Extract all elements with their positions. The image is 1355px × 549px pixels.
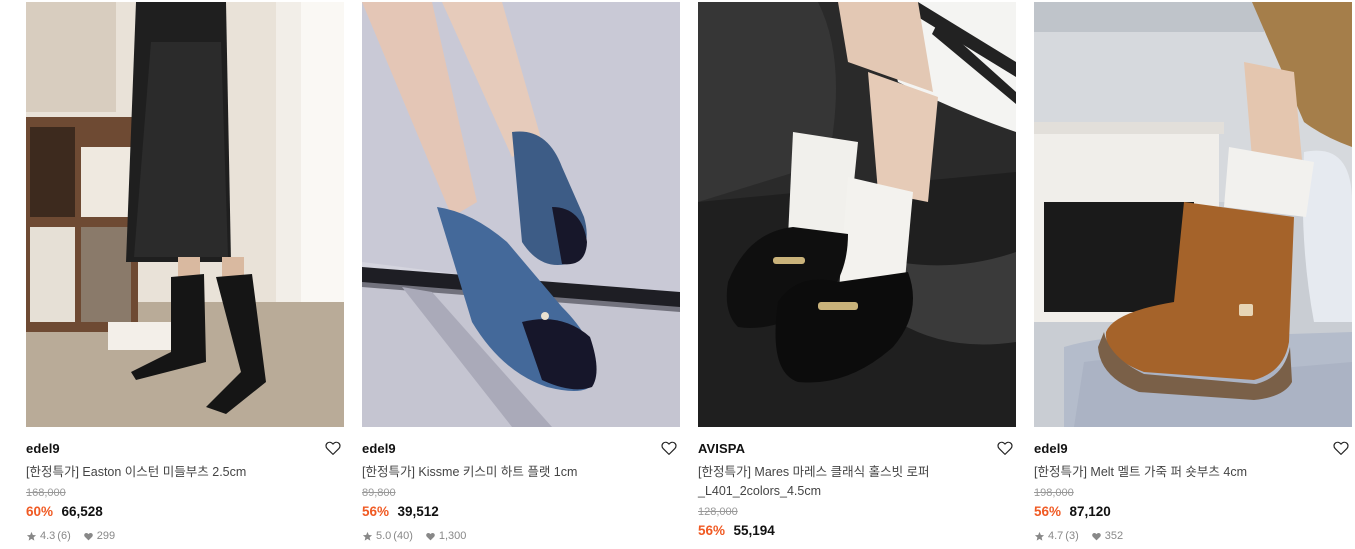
rating-value: 4.3 <box>40 530 56 542</box>
product-card[interactable]: edel9 [한정특가] Easton 이스턴 미들부츠 2.5cm 168,0… <box>26 2 344 549</box>
price-row: 60% 66,528 <box>26 503 344 521</box>
product-title[interactable]: [한정특가] Mares 마레스 클래식 홀스빗 로퍼 _L401_2color… <box>698 463 958 501</box>
brand-row: edel9 <box>26 439 344 459</box>
brand-row: edel9 <box>1034 439 1352 459</box>
brand-row: edel9 <box>362 439 680 459</box>
heart-outline-icon[interactable] <box>996 439 1014 457</box>
rating-value: 5.0 <box>376 530 392 542</box>
review-count: (6) <box>57 530 71 542</box>
product-title[interactable]: [한정특가] Easton 이스턴 미들부츠 2.5cm <box>26 463 286 482</box>
review-count: (40) <box>393 530 413 542</box>
product-photo-black-horsebit-loafers <box>698 2 1016 427</box>
heart-outline-icon[interactable] <box>324 439 342 457</box>
price-row: 56% 55,194 <box>698 522 1016 540</box>
star-icon <box>362 531 373 542</box>
review-count: (3) <box>1065 530 1079 542</box>
product-meta: 5.0 (40) 1,300 <box>362 529 680 543</box>
product-info: edel9 [한정특가] Easton 이스턴 미들부츠 2.5cm 168,0… <box>26 439 344 543</box>
product-photo-black-leather-boots <box>26 2 344 427</box>
heart-filled-icon <box>83 531 94 542</box>
product-photo-denim-ballet-flats <box>362 2 680 427</box>
price-row: 56% 87,120 <box>1034 503 1352 521</box>
discount-rate: 56% <box>1034 504 1062 519</box>
original-price: 198,000 <box>1034 487 1074 499</box>
heart-filled-icon <box>425 531 436 542</box>
product-image[interactable] <box>362 2 680 427</box>
like-count: 299 <box>96 530 116 542</box>
heart-outline-icon[interactable] <box>660 439 678 457</box>
product-title[interactable]: [한정특가] Melt 멜트 가죽 퍼 숏부츠 4cm <box>1034 463 1294 482</box>
product-info: edel9 [한정특가] Kissme 키스미 하트 플랫 1cm 89,800… <box>362 439 680 543</box>
heart-outline-icon[interactable] <box>1332 439 1350 457</box>
discount-rate: 60% <box>26 504 54 519</box>
product-meta: 4.7 (3) 352 <box>1034 529 1352 543</box>
product-card[interactable]: edel9 [한정특가] Melt 멜트 가죽 퍼 숏부츠 4cm 198,00… <box>1034 2 1352 549</box>
heart-filled-icon <box>1091 531 1102 542</box>
brand-name[interactable]: AVISPA <box>698 441 745 456</box>
like-count: 352 <box>1104 530 1124 542</box>
discount-rate: 56% <box>698 523 726 538</box>
sale-price: 66,528 <box>61 504 103 519</box>
discount-rate: 56% <box>362 504 390 519</box>
original-price: 168,000 <box>26 487 66 499</box>
brand-name[interactable]: edel9 <box>1034 441 1068 456</box>
star-icon <box>1034 531 1045 542</box>
product-title[interactable]: [한정특가] Kissme 키스미 하트 플랫 1cm <box>362 463 622 482</box>
product-info: edel9 [한정특가] Melt 멜트 가죽 퍼 숏부츠 4cm 198,00… <box>1034 439 1352 543</box>
product-info: AVISPA [한정특가] Mares 마레스 클래식 홀스빗 로퍼 _L401… <box>698 439 1016 540</box>
like-count: 1,300 <box>438 530 467 542</box>
product-meta: 4.3 (6) 299 <box>26 529 344 543</box>
product-grid: edel9 [한정특가] Easton 이스턴 미들부츠 2.5cm 168,0… <box>26 2 1354 549</box>
product-image[interactable] <box>26 2 344 427</box>
product-image[interactable] <box>1034 2 1352 427</box>
sale-price: 87,120 <box>1069 504 1111 519</box>
product-card[interactable]: AVISPA [한정특가] Mares 마레스 클래식 홀스빗 로퍼 _L401… <box>698 2 1016 549</box>
original-price: 89,800 <box>362 487 396 499</box>
price-row: 56% 39,512 <box>362 503 680 521</box>
product-photo-suede-short-boots <box>1034 2 1352 427</box>
sale-price: 55,194 <box>733 523 775 538</box>
original-price: 128,000 <box>698 506 738 518</box>
brand-row: AVISPA <box>698 439 1016 459</box>
brand-name[interactable]: edel9 <box>362 441 396 456</box>
rating-value: 4.7 <box>1048 530 1064 542</box>
brand-name[interactable]: edel9 <box>26 441 60 456</box>
sale-price: 39,512 <box>397 504 439 519</box>
product-image[interactable] <box>698 2 1016 427</box>
star-icon <box>26 531 37 542</box>
product-card[interactable]: edel9 [한정특가] Kissme 키스미 하트 플랫 1cm 89,800… <box>362 2 680 549</box>
